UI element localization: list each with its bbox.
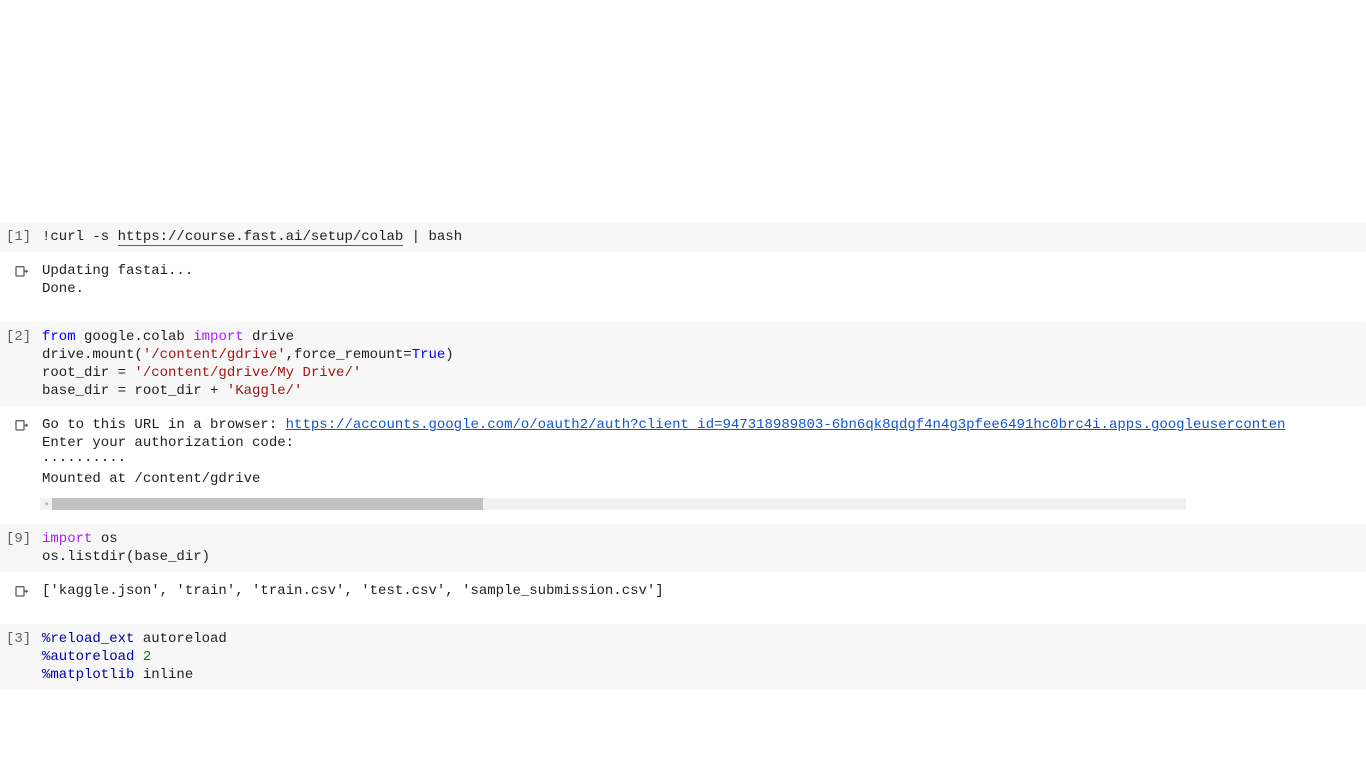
code-text: drive (244, 329, 294, 345)
cell-prompt: [9] (2, 530, 42, 548)
output-text: Go to this URL in a browser: https://acc… (42, 416, 1366, 488)
code-text: ) (445, 347, 453, 363)
output-indicator-icon (2, 582, 42, 600)
cell-output: Go to this URL in a browser: https://acc… (0, 406, 1366, 498)
magic: %autoreload (42, 649, 134, 665)
string: 'Kaggle/' (227, 383, 303, 399)
keyword: import (42, 531, 92, 547)
code-text: os (92, 531, 117, 547)
keyword: True (412, 347, 446, 363)
output-line: Enter your authorization code: ·········… (42, 435, 294, 487)
keyword: import (193, 329, 243, 345)
scrollbar-thumb[interactable] (52, 498, 483, 510)
code-cell[interactable]: [3] %reload_ext autoreload %autoreload 2… (0, 624, 1366, 690)
string: '/content/gdrive' (143, 347, 286, 363)
output-text: Updating fastai... Done. (42, 262, 1366, 298)
code-text: google.colab (76, 329, 194, 345)
code-text: ,force_remount= (286, 347, 412, 363)
keyword: from (42, 329, 76, 345)
output-line: Go to this URL in a browser: (42, 417, 286, 433)
code-cell[interactable]: [1] !curl -s https://course.fast.ai/setu… (0, 222, 1366, 252)
cell-output: ['kaggle.json', 'train', 'train.csv', 't… (0, 572, 1366, 610)
notebook-cells-container: [1] !curl -s https://course.fast.ai/setu… (0, 0, 1366, 690)
string: '/content/gdrive/My Drive/' (134, 365, 361, 381)
cell-output: Updating fastai... Done. (0, 252, 1366, 308)
code-text: autoreload (134, 631, 226, 647)
code-cell[interactable]: [2] from google.colab import drive drive… (0, 322, 1366, 406)
cell-prompt: [1] (2, 228, 42, 246)
code-text: | bash (403, 229, 462, 245)
scrollbar-track[interactable] (52, 498, 1186, 510)
code-text: drive.mount( (42, 347, 143, 363)
code-text: os.listdir(base_dir) (42, 549, 210, 565)
magic: %reload_ext (42, 631, 134, 647)
code-editor[interactable]: %reload_ext autoreload %autoreload 2 %ma… (42, 630, 1366, 684)
code-editor[interactable]: from google.colab import drive drive.mou… (42, 328, 1366, 400)
code-editor[interactable]: !curl -s https://course.fast.ai/setup/co… (42, 228, 1366, 246)
output-text: ['kaggle.json', 'train', 'train.csv', 't… (42, 582, 1366, 600)
code-text: root_dir = (42, 365, 134, 381)
cell-prompt: [3] (2, 630, 42, 648)
oauth-url-link[interactable]: https://accounts.google.com/o/oauth2/aut… (286, 417, 1286, 433)
magic: %matplotlib (42, 667, 134, 683)
code-editor[interactable]: import os os.listdir(base_dir) (42, 530, 1366, 566)
output-horizontal-scrollbar[interactable]: ◂ (40, 498, 1186, 510)
cell-prompt: [2] (2, 328, 42, 346)
code-text: !curl -s (42, 229, 118, 245)
number: 2 (134, 649, 151, 665)
scroll-left-arrow-icon[interactable]: ◂ (40, 498, 52, 510)
output-indicator-icon (2, 416, 42, 434)
code-cell[interactable]: [9] import os os.listdir(base_dir) (0, 524, 1366, 572)
code-text: base_dir = root_dir + (42, 383, 227, 399)
output-indicator-icon (2, 262, 42, 280)
code-url-link[interactable]: https://course.fast.ai/setup/colab (118, 229, 404, 246)
code-text: inline (134, 667, 193, 683)
